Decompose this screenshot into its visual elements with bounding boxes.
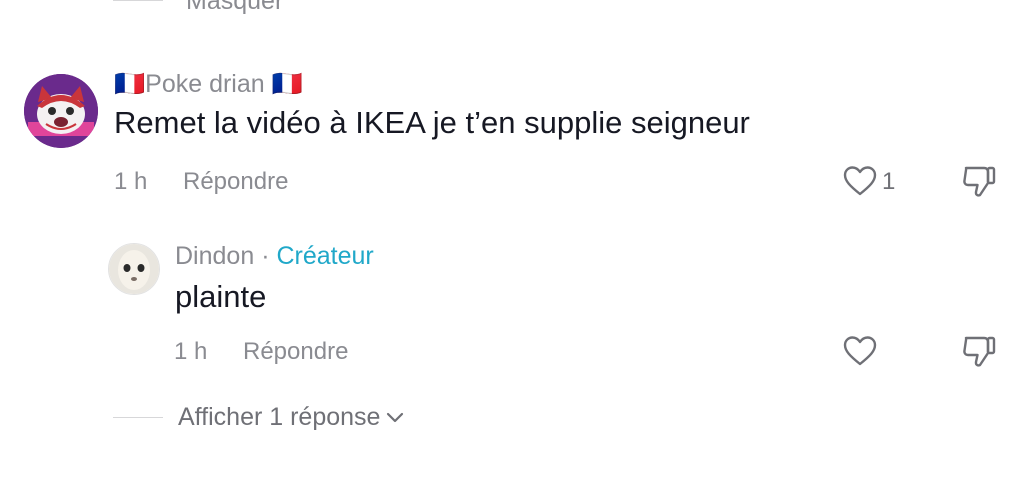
- thread-divider: [113, 417, 163, 418]
- flag-france-icon: 🇫🇷: [114, 70, 146, 98]
- heart-icon: [843, 166, 877, 196]
- separator: ·: [261, 242, 270, 270]
- view-replies-button[interactable]: Afficher 1 réponse: [178, 403, 404, 432]
- like-count: 1: [882, 168, 896, 195]
- collapse-replies-button[interactable]: Masquer: [186, 0, 283, 16]
- username-label: Dindon: [175, 242, 255, 270]
- reply-button[interactable]: Répondre: [183, 168, 288, 196]
- reply-avatar[interactable]: [108, 243, 160, 295]
- reply-reply-button[interactable]: Répondre: [243, 338, 348, 366]
- comment-username[interactable]: 🇫🇷Poke drian 🇫🇷: [114, 70, 303, 99]
- heart-icon: [843, 336, 877, 366]
- flag-france-icon: 🇫🇷: [271, 70, 303, 98]
- avatar[interactable]: [24, 74, 98, 148]
- comment-timestamp: 1 h: [114, 168, 148, 195]
- comment-text: Remet la vidéo à IKEA je t’en supplie se…: [114, 105, 750, 140]
- dislike-button[interactable]: [958, 162, 1000, 200]
- dislike-icon: [963, 336, 996, 367]
- like-button[interactable]: [840, 162, 880, 200]
- dislike-icon: [963, 166, 996, 197]
- avatar-image: [24, 74, 98, 148]
- avatar-image: [109, 244, 159, 294]
- creator-badge: Créateur: [276, 242, 374, 270]
- reply-username[interactable]: Dindon · Créateur: [175, 242, 374, 271]
- reply-text: plainte: [175, 279, 267, 314]
- reply-timestamp: 1 h: [174, 338, 208, 365]
- view-replies-label: Afficher 1 réponse: [178, 403, 381, 431]
- thread-divider-top: [113, 0, 163, 1]
- username-label: Poke drian: [145, 70, 265, 98]
- reply-dislike-button[interactable]: [958, 332, 1000, 370]
- chevron-down-icon: [387, 412, 404, 422]
- reply-like-button[interactable]: [840, 332, 880, 370]
